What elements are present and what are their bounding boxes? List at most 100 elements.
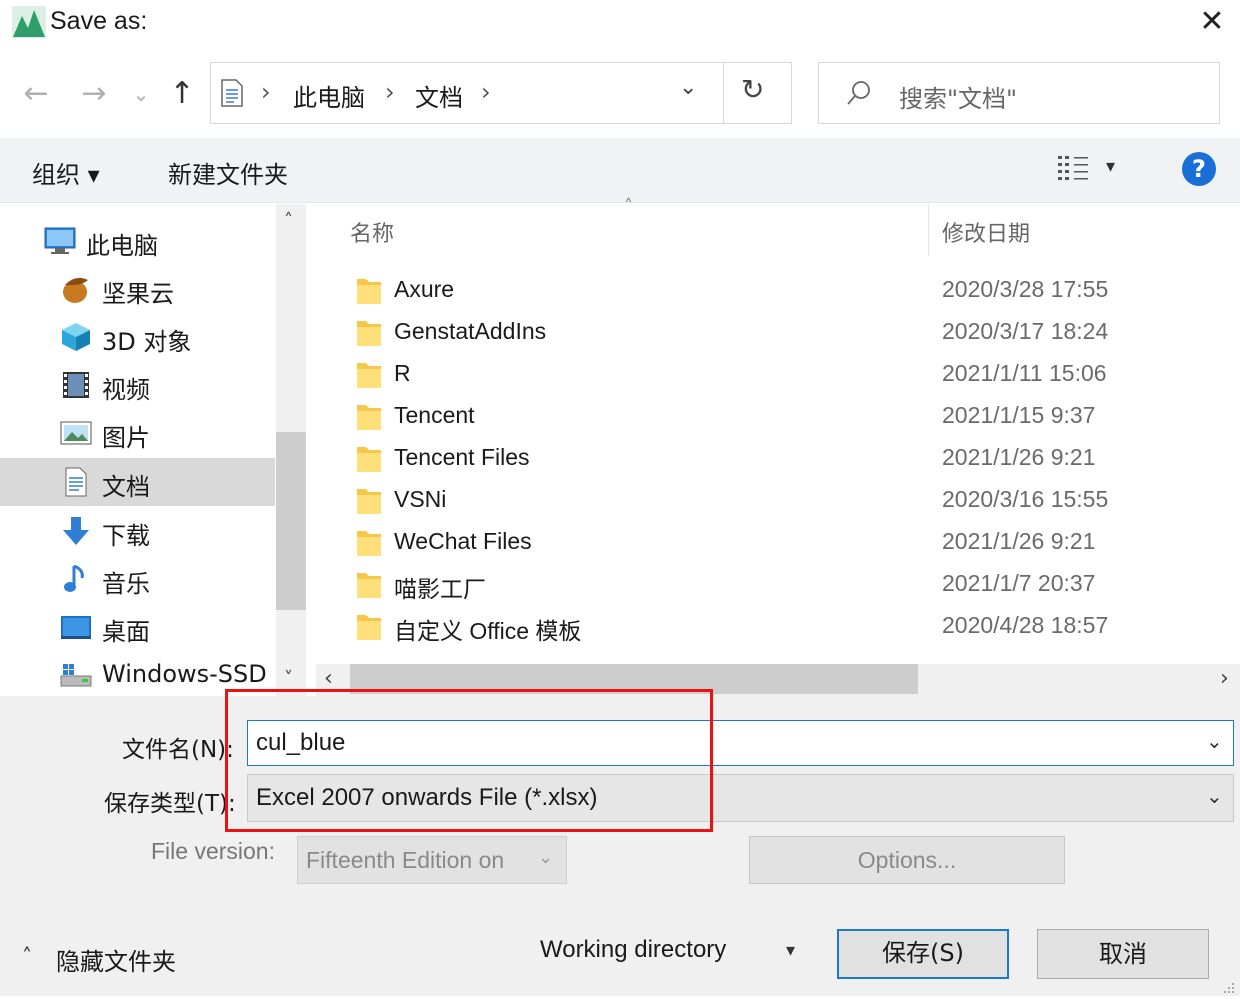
file-row[interactable]: WeChat Files 2021/1/26 9:21 — [316, 522, 1240, 564]
sidebar-item-desktop[interactable]: 桌面 — [0, 604, 275, 650]
sidebar-item-label: 坚果云 — [102, 280, 174, 308]
column-divider[interactable] — [928, 204, 929, 256]
music-icon — [60, 564, 92, 594]
sidebar-item-label: Windows-SSD — [102, 660, 267, 688]
file-row[interactable]: GenstatAddIns 2020/3/17 18:24 — [316, 312, 1240, 354]
divider — [723, 63, 724, 123]
close-icon[interactable]: ✕ — [1196, 6, 1228, 38]
folder-icon — [356, 612, 382, 642]
file-list: ˄ 名称 修改日期 Axure 2020/3/28 17:55 GenstatA… — [316, 196, 1240, 664]
window-title: Save as: — [50, 7, 148, 35]
file-row[interactable]: 喵影工厂 2021/1/7 20:37 — [316, 564, 1240, 606]
view-options-dropdown[interactable]: ▾ — [1106, 156, 1115, 177]
file-name: Tencent Files — [394, 444, 530, 470]
file-row[interactable]: Axure 2020/3/28 17:55 — [316, 270, 1240, 312]
up-arrow-icon[interactable]: ↑ — [162, 74, 202, 114]
file-row[interactable]: Tencent Files 2021/1/26 9:21 — [316, 438, 1240, 480]
annotation-highlight-box — [225, 689, 713, 832]
sidebar-item-videos[interactable]: 视频 — [0, 362, 275, 408]
sidebar-item-label: 下载 — [102, 522, 150, 550]
refresh-icon[interactable]: ↻ — [741, 73, 764, 106]
sidebar-item-label: 视频 — [102, 376, 150, 404]
file-date: 2021/1/7 20:37 — [942, 570, 1096, 596]
column-header-date[interactable]: 修改日期 — [942, 216, 1030, 248]
chevron-down-icon[interactable]: ⌄ — [1206, 784, 1223, 808]
folder-icon — [356, 276, 382, 306]
recent-locations-icon[interactable]: ⌄ — [126, 74, 156, 114]
sidebar-item-this-pc[interactable]: 此电脑 — [0, 218, 275, 264]
sidebar-scroll-thumb[interactable] — [276, 432, 306, 610]
sidebar-item-label: 音乐 — [102, 570, 150, 598]
list-view-icon[interactable] — [1056, 153, 1090, 183]
chevron-down-icon: ⌄ — [538, 847, 554, 868]
breadcrumb-separator[interactable]: › — [481, 78, 491, 106]
folder-icon — [356, 528, 382, 558]
options-button: Options... — [749, 836, 1065, 884]
new-folder-button[interactable]: 新建文件夹 — [168, 155, 288, 190]
file-date: 2020/4/28 18:57 — [942, 612, 1109, 638]
help-icon[interactable]: ? — [1182, 152, 1216, 186]
file-date: 2021/1/11 15:06 — [942, 360, 1107, 386]
search-box[interactable]: 搜索"文档" — [818, 62, 1220, 124]
folder-icon — [356, 360, 382, 390]
cancel-button[interactable]: 取消 — [1037, 929, 1209, 979]
hide-folders-toggle[interactable]: 隐藏文件夹 — [56, 942, 176, 977]
breadcrumb-separator: › — [261, 78, 271, 106]
cube-icon — [60, 322, 92, 352]
sidebar-item-downloads[interactable]: 下载 — [0, 508, 275, 554]
file-name: R — [394, 360, 411, 386]
file-name: WeChat Files — [394, 528, 532, 554]
file-date: 2020/3/28 17:55 — [942, 276, 1109, 302]
folder-icon — [356, 402, 382, 432]
address-bar[interactable]: › 此电脑 › 文档 › ⌄ ↻ — [210, 62, 792, 124]
nut-icon — [60, 274, 92, 304]
forward-arrow-icon[interactable]: → — [74, 74, 114, 114]
search-icon — [845, 79, 873, 107]
breadcrumb-separator[interactable]: › — [385, 78, 395, 106]
back-arrow-icon[interactable]: ← — [16, 74, 56, 114]
scroll-left-icon[interactable]: ‹ — [324, 666, 333, 691]
sidebar-item-documents[interactable]: 文档 — [0, 458, 275, 506]
sidebar-item-pictures[interactable]: 图片 — [0, 410, 275, 456]
pictures-icon — [60, 418, 92, 448]
scroll-right-icon[interactable]: › — [1220, 666, 1229, 691]
sidebar-item-3d-objects[interactable]: 3D 对象 — [0, 314, 275, 360]
command-bar: 组织 ▾ 新建文件夹 ▾ ? — [0, 138, 1240, 203]
file-name: 喵影工厂 — [394, 576, 486, 602]
chevron-down-icon[interactable]: ⌄ — [1206, 729, 1223, 753]
folder-icon — [356, 444, 382, 474]
sidebar-item-music[interactable]: 音乐 — [0, 556, 275, 602]
file-date: 2021/1/26 9:21 — [942, 444, 1096, 470]
folder-icon — [356, 570, 382, 600]
working-directory-button[interactable]: Working directory — [540, 936, 726, 964]
chevron-up-icon[interactable]: ˄ — [22, 944, 32, 968]
file-row[interactable]: 自定义 Office 模板 2020/4/28 18:57 — [316, 606, 1240, 648]
file-name: VSNi — [394, 486, 447, 512]
file-date: 2020/3/17 18:24 — [942, 318, 1109, 344]
search-placeholder[interactable]: 搜索"文档" — [899, 79, 1017, 114]
breadcrumb-this-pc[interactable]: 此电脑 — [293, 78, 365, 113]
save-type-label: 保存类型(T): — [104, 791, 236, 817]
breadcrumb-documents[interactable]: 文档 — [415, 78, 463, 113]
file-name: Tencent — [394, 402, 475, 428]
file-row[interactable]: Tencent 2021/1/15 9:37 — [316, 396, 1240, 438]
save-button[interactable]: 保存(S) — [837, 929, 1009, 979]
documents-icon — [60, 467, 92, 497]
resize-grip-icon[interactable] — [1222, 980, 1236, 994]
column-header-name[interactable]: 名称 — [350, 216, 394, 248]
sidebar-item-label: 此电脑 — [86, 232, 158, 260]
file-row[interactable]: VSNi 2020/3/16 15:55 — [316, 480, 1240, 522]
chevron-down-icon[interactable]: ⌄ — [679, 75, 697, 100]
file-version-label: File version: — [151, 838, 275, 864]
scroll-down-icon[interactable]: ˅ — [284, 668, 293, 689]
dropdown-arrow-icon[interactable]: ▾ — [786, 940, 795, 961]
file-date: 2021/1/15 9:37 — [942, 402, 1096, 428]
documents-icon — [221, 79, 243, 107]
file-name: GenstatAddIns — [394, 318, 547, 344]
file-row[interactable]: R 2021/1/11 15:06 — [316, 354, 1240, 396]
sidebar-item-jianguoyun[interactable]: 坚果云 — [0, 266, 275, 312]
folder-icon — [356, 318, 382, 348]
file-date: 2021/1/26 9:21 — [942, 528, 1096, 554]
organize-menu[interactable]: 组织 ▾ — [32, 155, 100, 190]
scroll-up-icon[interactable]: ˄ — [284, 210, 293, 231]
